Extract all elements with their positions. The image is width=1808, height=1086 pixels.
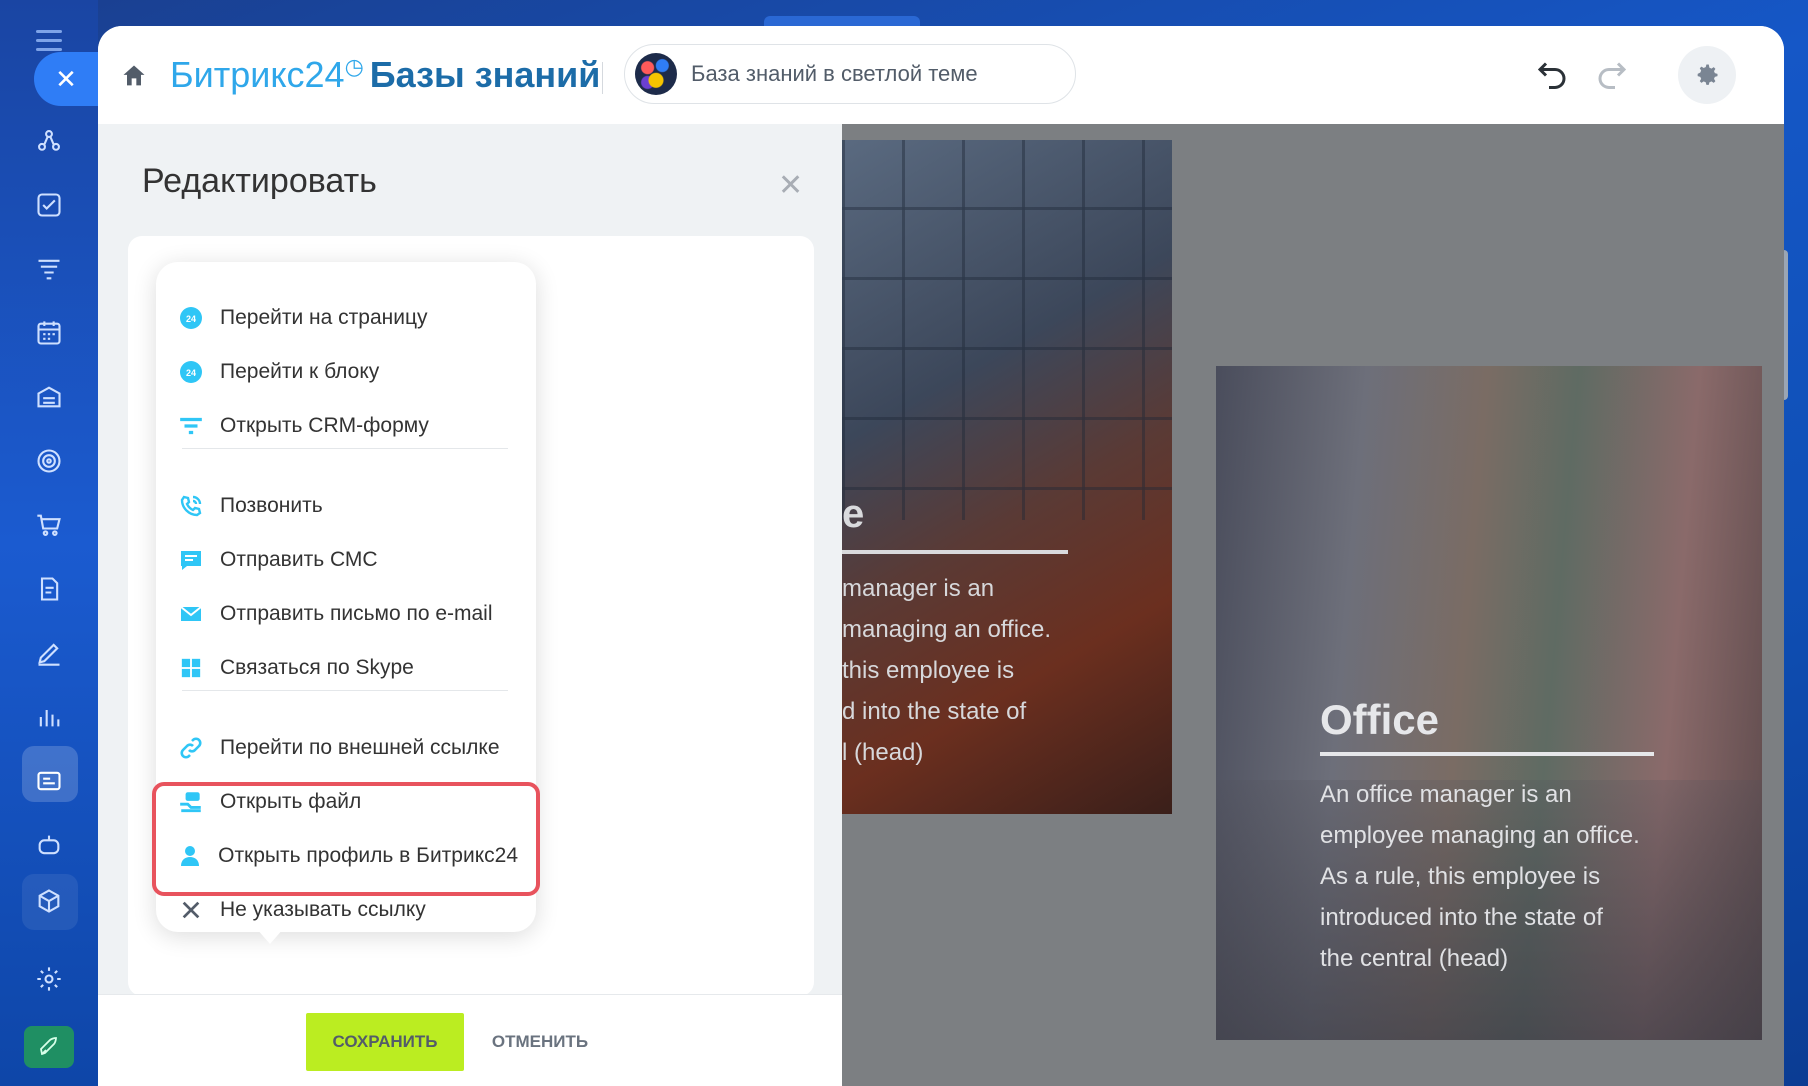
- sms-icon: [178, 547, 204, 573]
- glass-roof-grid: [842, 140, 1172, 520]
- card2-text: An office manager is an employee managin…: [1320, 774, 1660, 979]
- brand-bitrix24: Битрикс24: [170, 54, 345, 95]
- save-button[interactable]: СОХРАНИТЬ: [306, 1013, 464, 1071]
- card1-text: manager is an managing an office. this e…: [842, 568, 1172, 773]
- top-bar: Битрикс24◷ Базы знаний База знаний в свет…: [98, 26, 1784, 125]
- card1-text-line: manager is an: [842, 575, 995, 602]
- window-top-tab: [764, 16, 920, 26]
- kb-selector-label: База знаний в светлой теме: [691, 61, 978, 86]
- tasks-icon[interactable]: [28, 184, 70, 226]
- menu-item-send-email[interactable]: Отправить письмо по e-mail: [178, 592, 518, 636]
- settings-gear-icon[interactable]: [28, 958, 70, 1000]
- inventory-icon[interactable]: [28, 376, 70, 418]
- preview-image-street: Office An office manager is an employee …: [1216, 366, 1762, 1040]
- panel-close-icon[interactable]: ✕: [778, 168, 803, 203]
- clock-logo-icon: ◷: [344, 54, 364, 79]
- card2-title: Office: [1320, 696, 1440, 743]
- menu-item-skype[interactable]: Связаться по Skype: [178, 646, 518, 690]
- cross-icon: [178, 897, 204, 923]
- menu-item-label: Перейти на страницу: [220, 306, 428, 329]
- card2-text-line: An office manager is an: [1320, 781, 1572, 808]
- menu-item-label: Открыть CRM-форму: [220, 414, 429, 437]
- marketing-target-icon[interactable]: [28, 440, 70, 482]
- kb-avatar: [635, 53, 677, 95]
- card2-text-line: the central (head): [1320, 945, 1509, 972]
- undo-icon[interactable]: [1534, 56, 1570, 92]
- svg-text:24: 24: [186, 314, 196, 324]
- cancel-button[interactable]: ОТМЕНИТЬ: [480, 1013, 600, 1071]
- analytics-chart-icon[interactable]: [28, 696, 70, 738]
- menu-item-send-sms[interactable]: Отправить СМС: [178, 538, 518, 582]
- panel-footer: СОХРАНИТЬ ОТМЕНИТЬ: [98, 994, 842, 1086]
- feed-icon[interactable]: [28, 120, 70, 162]
- app-title: Битрикс24◷ Базы знаний: [170, 54, 600, 96]
- menu-item-label: Не указывать ссылку: [220, 898, 426, 921]
- card1-text-line: this employee is: [842, 657, 1015, 684]
- crm-form-icon: [178, 413, 204, 439]
- preview-image-glass-roof: e manager is an managing an office. this…: [842, 140, 1172, 814]
- knowledge-base-icon[interactable]: [28, 760, 70, 802]
- svg-text:24: 24: [186, 368, 196, 378]
- menu-pointer-arrow: [256, 928, 284, 944]
- edit-panel: Редактировать ✕ 24 Перейти на страницу 2…: [98, 124, 842, 1086]
- card2-text-line: As a rule, this employee is: [1320, 863, 1601, 890]
- rocket-icon[interactable]: [24, 1026, 74, 1068]
- card1-title-rule: [842, 550, 1068, 554]
- menu-item-label: Отправить письмо по e-mail: [220, 602, 493, 625]
- card2-title-rule: [1320, 752, 1654, 756]
- card1-text-line: d into the state of: [842, 698, 1027, 725]
- menu-item-external-link[interactable]: Перейти по внешней ссылке: [178, 726, 518, 770]
- home-icon[interactable]: [120, 62, 148, 90]
- link-icon: [178, 735, 204, 761]
- cube-market-icon[interactable]: [28, 880, 70, 922]
- menu-item-label: Отправить СМС: [220, 548, 378, 571]
- edit-pen-icon[interactable]: [28, 632, 70, 674]
- menu-item-label: Перейти по внешней ссылке: [220, 736, 500, 759]
- skype-icon: [178, 655, 204, 681]
- menu-divider: [182, 448, 508, 449]
- menu-divider: [182, 690, 508, 691]
- email-icon: [178, 601, 204, 627]
- menu-item-label: Перейти к блоку: [220, 360, 380, 383]
- settings-gear-button[interactable]: [1678, 46, 1736, 104]
- close-slider-button[interactable]: ✕: [34, 52, 98, 106]
- card1-text-line: l (head): [842, 739, 924, 766]
- menu-item-label: Связаться по Skype: [220, 656, 414, 679]
- bitrix24-icon: 24: [178, 359, 204, 385]
- crm-funnel-icon[interactable]: [28, 248, 70, 290]
- card2-text-line: introduced into the state of: [1320, 904, 1603, 931]
- bot-icon[interactable]: [28, 824, 70, 866]
- shop-cart-icon[interactable]: [28, 504, 70, 546]
- menu-item-call[interactable]: Позвонить: [178, 484, 518, 528]
- card1-text-line: managing an office.: [842, 616, 1052, 643]
- highlight-frame: [152, 782, 540, 896]
- redo-icon[interactable]: [1594, 56, 1630, 92]
- menu-item-go-to-block[interactable]: 24 Перейти к блоку: [178, 350, 518, 394]
- card2-text-line: employee managing an office.: [1320, 822, 1640, 849]
- kb-editor-window: Битрикс24◷ Базы знаний База знаний в свет…: [98, 26, 1784, 1086]
- card1-title-fragment: e: [842, 492, 865, 536]
- header-divider: [602, 62, 603, 94]
- phone-icon: [178, 493, 204, 519]
- page-preview: e manager is an managing an office. this…: [842, 124, 1784, 1086]
- brand-knowledge-bases: Базы знаний: [369, 54, 601, 95]
- edit-panel-title: Редактировать: [142, 162, 377, 200]
- documents-sign-icon[interactable]: [28, 568, 70, 610]
- menu-item-label: Позвонить: [220, 494, 323, 517]
- calendar-icon[interactable]: [28, 312, 70, 354]
- kb-selector[interactable]: База знаний в светлой теме: [624, 44, 1076, 104]
- menu-item-open-crm-form[interactable]: Открыть CRM-форму: [178, 404, 518, 448]
- bitrix24-icon: 24: [178, 305, 204, 331]
- menu-item-go-to-page[interactable]: 24 Перейти на страницу: [178, 296, 518, 340]
